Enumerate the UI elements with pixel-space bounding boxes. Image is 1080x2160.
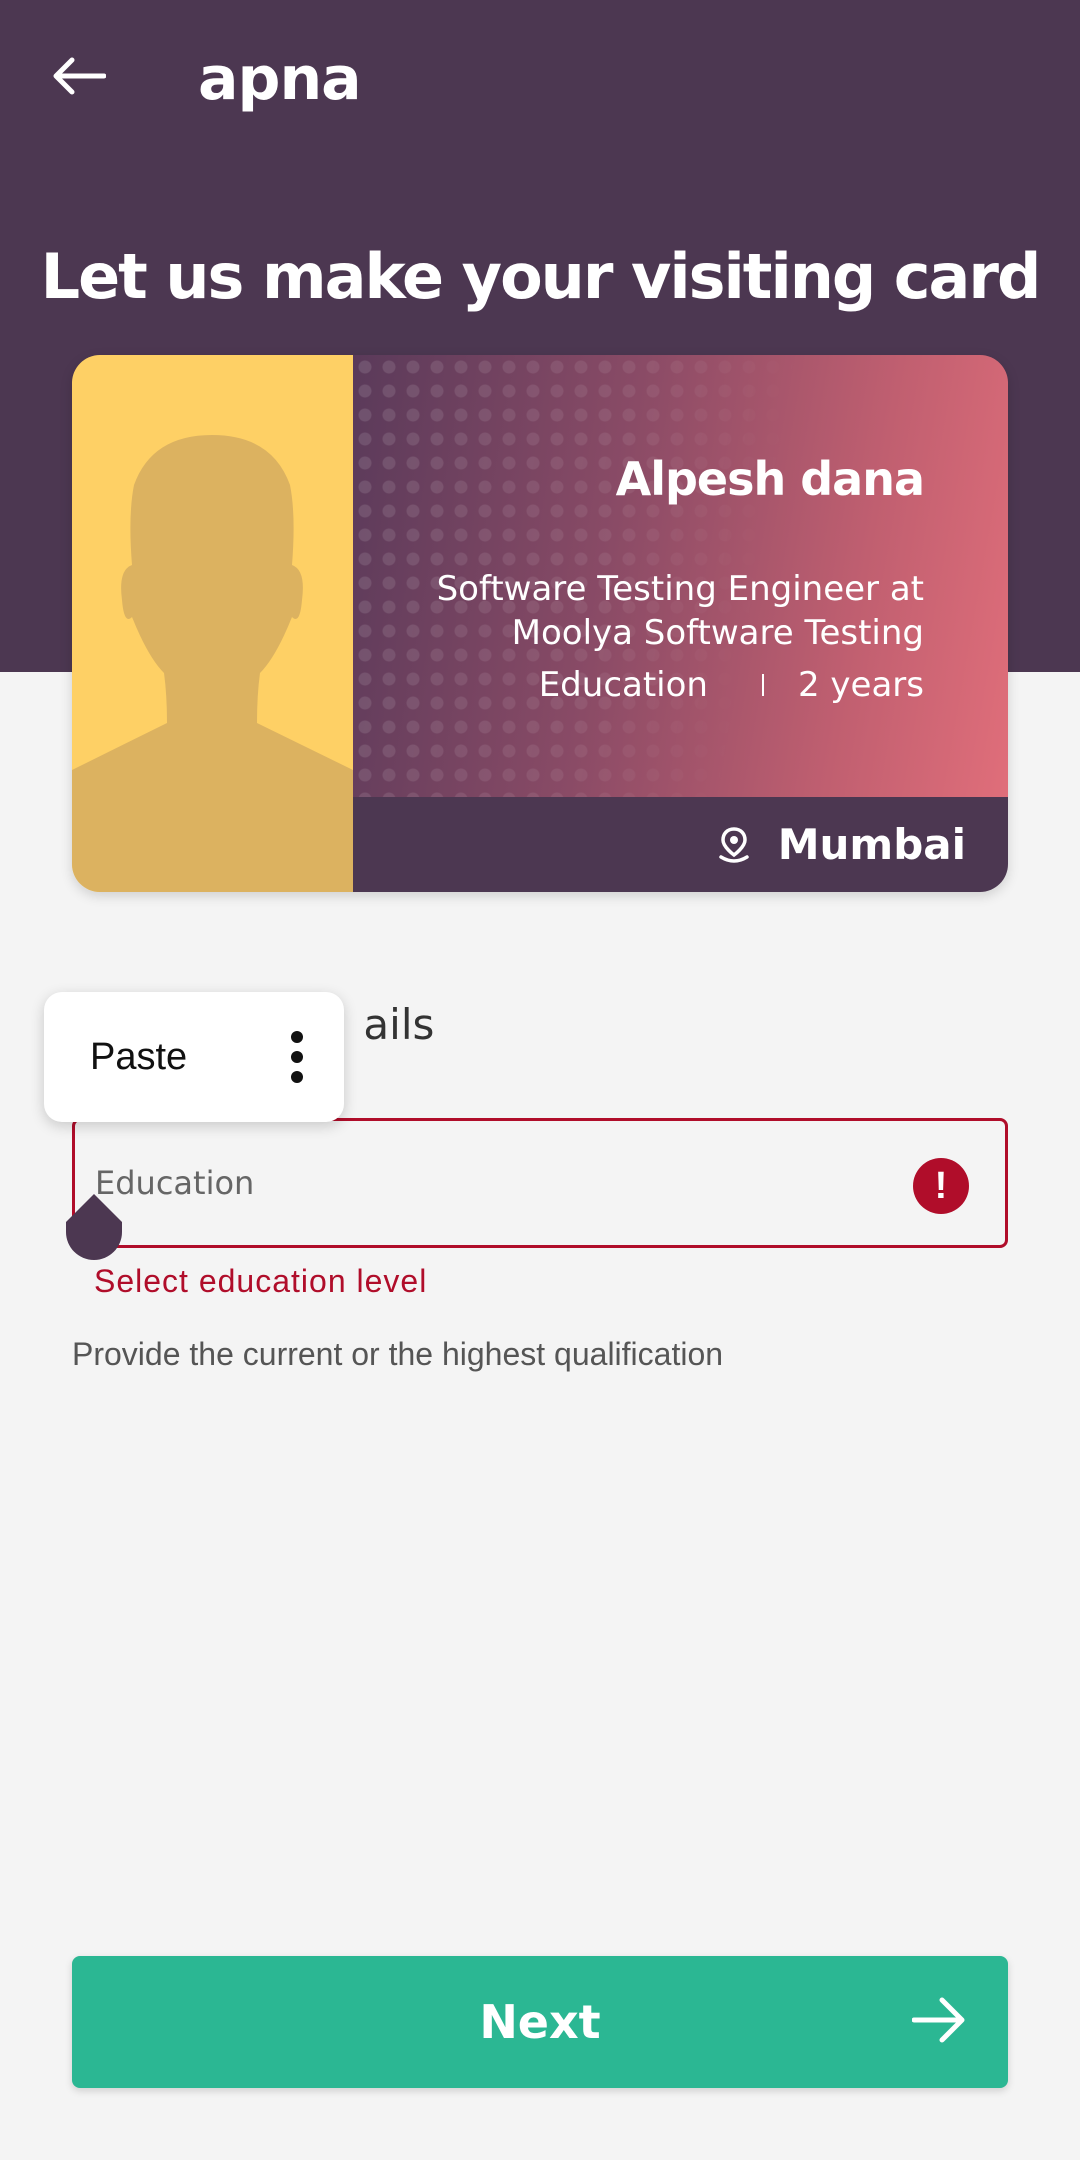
text-selection-handle[interactable]: [66, 1194, 122, 1260]
paste-button[interactable]: Paste: [90, 992, 187, 1122]
section-heading-visible: ails: [363, 1000, 435, 1049]
person-silhouette-icon: [72, 435, 353, 892]
next-label: Next: [479, 1995, 601, 2049]
arrow-right-icon: [912, 1997, 965, 2043]
card-location-bar: Mumbai: [353, 797, 1008, 892]
card-education: Education: [538, 665, 708, 705]
visiting-card: Alpesh dana Software Testing Engineer at…: [72, 355, 1008, 892]
more-vertical-icon[interactable]: [290, 1030, 304, 1084]
page-title: Let us make your visiting card: [40, 240, 1042, 313]
card-experience: 2 years: [797, 665, 924, 705]
location-pin-icon: [716, 825, 752, 865]
arrow-left-icon: [53, 57, 106, 95]
education-select[interactable]: Education !: [72, 1118, 1008, 1248]
profile-photo-placeholder[interactable]: [72, 355, 353, 892]
next-button[interactable]: Next: [72, 1956, 1008, 2088]
card-name: Alpesh dana: [615, 452, 925, 506]
card-meta: Education 2 years: [539, 663, 924, 707]
app-logo: apna: [198, 44, 362, 114]
meta-divider: [761, 674, 764, 696]
location-label: Mumbai: [777, 820, 966, 869]
helper-text: Provide the current or the highest quali…: [72, 1336, 724, 1372]
card-location: Mumbai: [716, 797, 966, 892]
back-button[interactable]: [48, 50, 108, 102]
card-role: Software Testing Engineer at Moolya Soft…: [436, 569, 924, 653]
error-icon: !: [913, 1158, 969, 1214]
paste-context-menu: Paste: [44, 992, 344, 1122]
card-info-panel: Alpesh dana Software Testing Engineer at…: [353, 355, 1008, 797]
error-message: Select education level: [94, 1263, 428, 1299]
